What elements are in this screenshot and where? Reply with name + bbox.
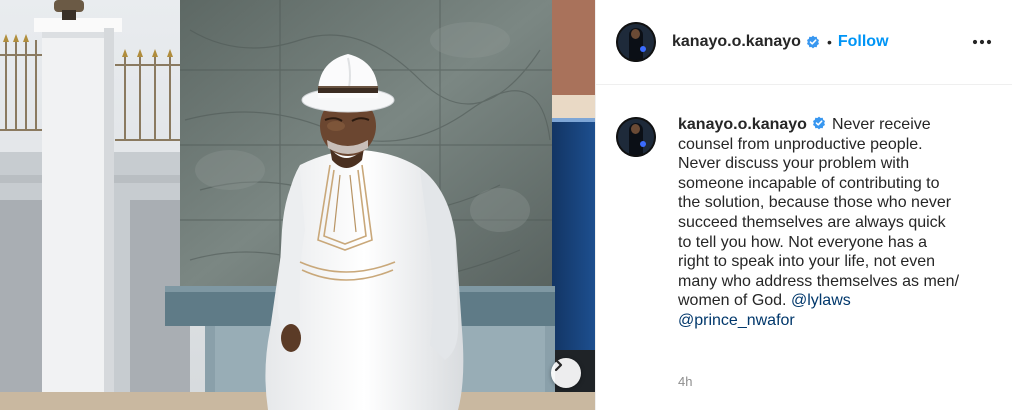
more-options-button[interactable] <box>970 30 994 54</box>
separator-dot: • <box>826 34 832 50</box>
more-options-icon <box>972 39 992 45</box>
post-timestamp[interactable]: 4h <box>678 374 692 389</box>
caption-line: the solution, because those who never <box>678 194 952 212</box>
avatar-ring <box>616 22 656 62</box>
post-header: kanayo.o.kanayo • Follow <box>596 0 1012 85</box>
caption-username[interactable]: kanayo.o.kanayo <box>678 116 807 133</box>
caption-text: kanayo.o.kanayo Never receive counsel fr… <box>678 115 992 331</box>
post-photo[interactable] <box>0 0 595 410</box>
follow-button[interactable]: Follow <box>838 33 889 51</box>
caption-line: right to speak into your life, not even <box>678 253 936 271</box>
avatar[interactable] <box>616 22 656 62</box>
caption-avatar[interactable] <box>616 117 656 157</box>
caption-line: succeed themselves are always quick <box>678 213 946 231</box>
caption-line: many who address themselves as men/ <box>678 272 960 290</box>
caption-line: Never discuss your problem with <box>678 155 910 173</box>
next-photo-button[interactable] <box>551 358 581 388</box>
photo-illustration <box>0 0 595 410</box>
verified-badge-icon <box>806 35 819 49</box>
mention-link[interactable]: @prince_nwafor <box>678 312 795 329</box>
instagram-post: kanayo.o.kanayo • Follow kanayo.o.kanayo… <box>0 0 1012 410</box>
caption-line: to tell you how. Not everyone has a <box>678 233 928 251</box>
caption-line: counsel from unproductive people. <box>678 135 923 153</box>
caption-line: someone incapable of contributing to <box>678 174 940 192</box>
caption-area: kanayo.o.kanayo Never receive counsel fr… <box>596 85 1012 331</box>
verified-badge-icon <box>812 116 825 130</box>
chevron-right-icon <box>554 358 563 372</box>
post-side-panel: kanayo.o.kanayo • Follow kanayo.o.kanayo… <box>595 0 1012 410</box>
header-username[interactable]: kanayo.o.kanayo <box>672 33 801 51</box>
avatar-ring <box>616 117 656 157</box>
mention-link[interactable]: @lylaws <box>791 292 851 309</box>
caption-line: Never receive <box>831 116 931 133</box>
caption-line: women of God. <box>678 292 787 310</box>
